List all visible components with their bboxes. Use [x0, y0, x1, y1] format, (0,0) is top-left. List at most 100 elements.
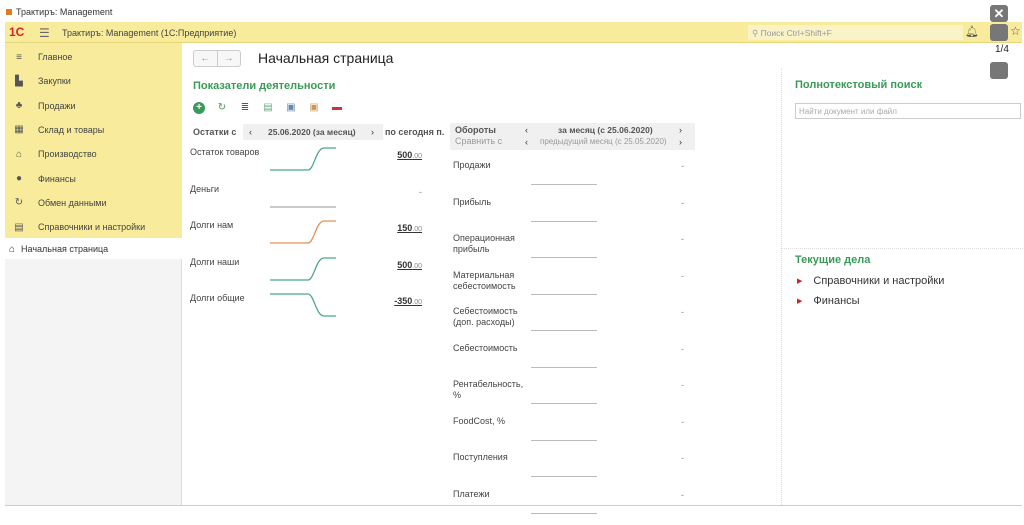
- balance-period: 25.06.2020 (за месяц): [268, 127, 356, 137]
- turnover-value: -: [681, 197, 684, 208]
- task-item[interactable]: ▶ Финансы: [797, 295, 860, 307]
- section-icon: ●: [15, 173, 23, 184]
- fulltext-placeholder: Найти документ или файл: [799, 107, 897, 116]
- sidebar-item-label: Обмен данными: [38, 197, 107, 208]
- sidebar-home[interactable]: ⌂ Начальная страница: [5, 239, 182, 259]
- value-dec: .00: [412, 153, 422, 160]
- turnover-row-label: FoodCost, %: [453, 415, 506, 426]
- search-placeholder: Поиск Ctrl+Shift+F: [760, 28, 832, 38]
- prev-period-icon[interactable]: ‹: [249, 127, 252, 137]
- sidebar-item[interactable]: ⌂ Производство: [5, 142, 182, 166]
- panel-divider: [782, 248, 1023, 249]
- sparkline-flat: [531, 220, 597, 222]
- period-selector[interactable]: ‹ 25.06.2020 (за месяц) ›: [243, 124, 383, 140]
- prev-compare-icon[interactable]: ‹: [525, 137, 528, 147]
- turnover-row-label: Материальная себестоимость: [453, 269, 516, 291]
- turnover-period[interactable]: за месяц (с 25.06.2020): [558, 125, 653, 135]
- sidebar-item-label: Главное: [38, 52, 73, 62]
- sparkline-flat: [531, 476, 597, 477]
- page-counter: 1/4: [994, 44, 1010, 56]
- prev-button[interactable]: [990, 24, 1008, 41]
- prev-turnover-icon[interactable]: ‹: [525, 125, 528, 135]
- sparkline: [270, 257, 336, 281]
- balance-period-bar: Остатки с ‹ 25.06.2020 (за месяц) › по с…: [190, 124, 452, 140]
- kpi-title: Показатели деятельности: [193, 80, 336, 92]
- kpi-row-label: Долги нам: [190, 220, 234, 231]
- value-int: -: [419, 186, 422, 197]
- next-compare-icon[interactable]: ›: [679, 137, 682, 147]
- sidebar-item[interactable]: ▙ Закупки: [5, 69, 182, 93]
- nav-buttons: ← →: [193, 50, 241, 67]
- folder-settings-icon[interactable]: ▣: [308, 102, 320, 114]
- delete-icon[interactable]: ▬: [331, 102, 343, 114]
- value-dec: .00: [412, 262, 422, 270]
- sidebar-item-label: Финансы: [38, 173, 76, 184]
- sidebar-empty: [5, 259, 182, 505]
- app-icon: [6, 9, 12, 15]
- window-titlebar: Трактиръ: Management: [0, 0, 1024, 22]
- add-icon[interactable]: +: [193, 102, 205, 114]
- sidebar-item[interactable]: ▤ Справочники и настройки: [5, 215, 182, 239]
- settings-icon[interactable]: ▣: [285, 102, 297, 114]
- kpi-value[interactable]: -: [419, 187, 422, 197]
- next-turnover-icon[interactable]: ›: [679, 125, 682, 135]
- sparkline: [270, 220, 336, 244]
- next-button[interactable]: [990, 62, 1008, 79]
- value-int: 150: [397, 223, 413, 234]
- sidebar-item[interactable]: ↻ Обмен данными: [5, 191, 182, 215]
- turnover-row-label: Продажи: [453, 160, 491, 170]
- next-period-icon[interactable]: ›: [371, 127, 374, 137]
- sidebar-item[interactable]: ● Финансы: [5, 167, 182, 191]
- app-bar: 1С ☰ Трактиръ: Management (1С:Предприяти…: [5, 22, 1022, 43]
- fulltext-search-input[interactable]: Найти документ или файл: [795, 103, 1021, 119]
- sidebar-item[interactable]: ♣ Продажи: [5, 94, 182, 118]
- sparkline-path: [270, 220, 336, 244]
- menu-icon[interactable]: ☰: [39, 26, 50, 40]
- task-label: Справочники и настройки: [813, 275, 945, 287]
- turnover-row-label: Поступления: [453, 452, 508, 462]
- sparkline-flat: [531, 403, 597, 404]
- value-int: 500: [397, 259, 413, 270]
- sparkline-path: [270, 147, 336, 171]
- document-icon[interactable]: ▤: [262, 102, 274, 114]
- sidebar-item[interactable]: ≡ Главное: [5, 45, 182, 69]
- sparkline: [270, 205, 336, 208]
- forward-button[interactable]: →: [218, 51, 241, 66]
- turnover-value: -: [681, 416, 684, 427]
- 1c-logo: 1С: [9, 25, 25, 39]
- kpi-value[interactable]: -350.00: [394, 296, 422, 306]
- sparkline-flat: [531, 512, 597, 514]
- home-label: Начальная страница: [21, 244, 109, 254]
- sparkline: [270, 147, 336, 171]
- to-label: по сегодня п.: [385, 127, 445, 137]
- sidebar-item[interactable]: ▦ Склад и товары: [5, 118, 182, 142]
- turnover-value: -: [681, 161, 684, 171]
- kpi-value[interactable]: 500.00: [397, 260, 422, 270]
- right-panel: Полнотекстовый поиск Найти документ или …: [781, 68, 1023, 505]
- page-title: Начальная страница: [258, 50, 394, 66]
- turnover-row-label: Платежи: [453, 488, 490, 499]
- balance-label: Остатки с: [193, 127, 237, 137]
- compare-label: Сравнить с: [455, 136, 503, 146]
- turnover-value: -: [681, 307, 684, 317]
- fulltext-title: Полнотекстовый поиск: [795, 79, 923, 91]
- compare-period[interactable]: предыдущий месяц (с 25.05.2020): [540, 137, 667, 146]
- section-icon: ⌂: [15, 148, 23, 160]
- section-icon: ≡: [16, 51, 22, 63]
- sparkline-path: [270, 257, 336, 281]
- refresh-icon[interactable]: ↻: [216, 102, 228, 114]
- back-button[interactable]: ←: [194, 51, 218, 66]
- kpi-value[interactable]: 150.00: [397, 223, 422, 233]
- sidebar: ≡ Главное ▙ Закупки ♣ Продажи ▦ Склад и товары ⌂…: [5, 43, 182, 238]
- sparkline-flat: [531, 439, 597, 441]
- sidebar-item-label: Закупки: [38, 76, 71, 87]
- task-item[interactable]: ▶ Справочники и настройки: [797, 275, 944, 287]
- value-int: -350: [394, 296, 413, 307]
- close-overlay-button[interactable]: ✕: [990, 5, 1008, 22]
- global-search-input[interactable]: ⚲ Поиск Ctrl+Shift+F: [748, 25, 963, 40]
- list-icon[interactable]: ≣: [239, 102, 251, 114]
- bell-icon[interactable]: 🔔︎: [965, 25, 979, 38]
- kpi-value[interactable]: 500.00: [397, 150, 422, 160]
- star-icon[interactable]: ☆: [1010, 24, 1021, 38]
- turnover-row-label: Прибыль: [453, 196, 492, 207]
